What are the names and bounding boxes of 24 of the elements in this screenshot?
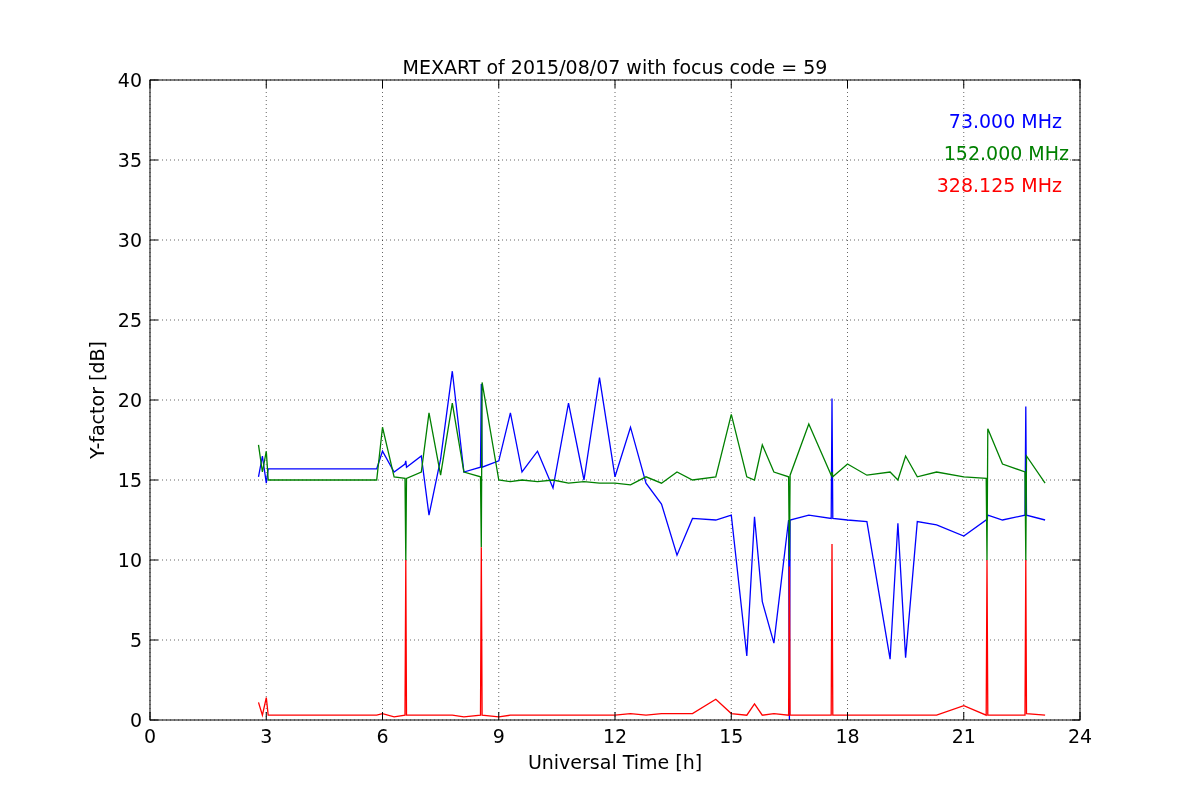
x-tick-label: 15 [719,725,744,747]
x-tick-label: 18 [835,725,860,747]
y-tick-label: 10 [117,549,142,571]
y-tick-label: 40 [117,69,142,91]
x-axis-label: Universal Time [h] [527,751,703,773]
legend-label: 73.000 MHz [948,110,1062,132]
y-axis-label: Y-factor [dB] [86,341,108,459]
y-tick-label: 25 [117,309,142,331]
y-tick-label: 30 [117,229,142,251]
chart-title: MEXART of 2015/08/07 with focus code = 59 [402,56,828,78]
legend-label: 328.125 MHz [936,174,1062,196]
y-tick-label: 35 [117,149,142,171]
x-tick-label: 6 [376,725,389,747]
y-tick-label: 20 [117,389,142,411]
x-tick-label: 3 [260,725,273,747]
x-tick-label: 9 [492,725,505,747]
x-tick-label: 24 [1067,725,1093,747]
x-tick-label: 21 [951,725,976,747]
y-tick-label: 0 [129,709,142,731]
y-tick-label: 5 [129,629,142,651]
x-tick-label: 0 [143,725,157,747]
x-tick-label: 12 [602,725,628,747]
legend-label: 152.000 MHz [943,142,1069,164]
y-tick-label: 15 [117,469,142,491]
